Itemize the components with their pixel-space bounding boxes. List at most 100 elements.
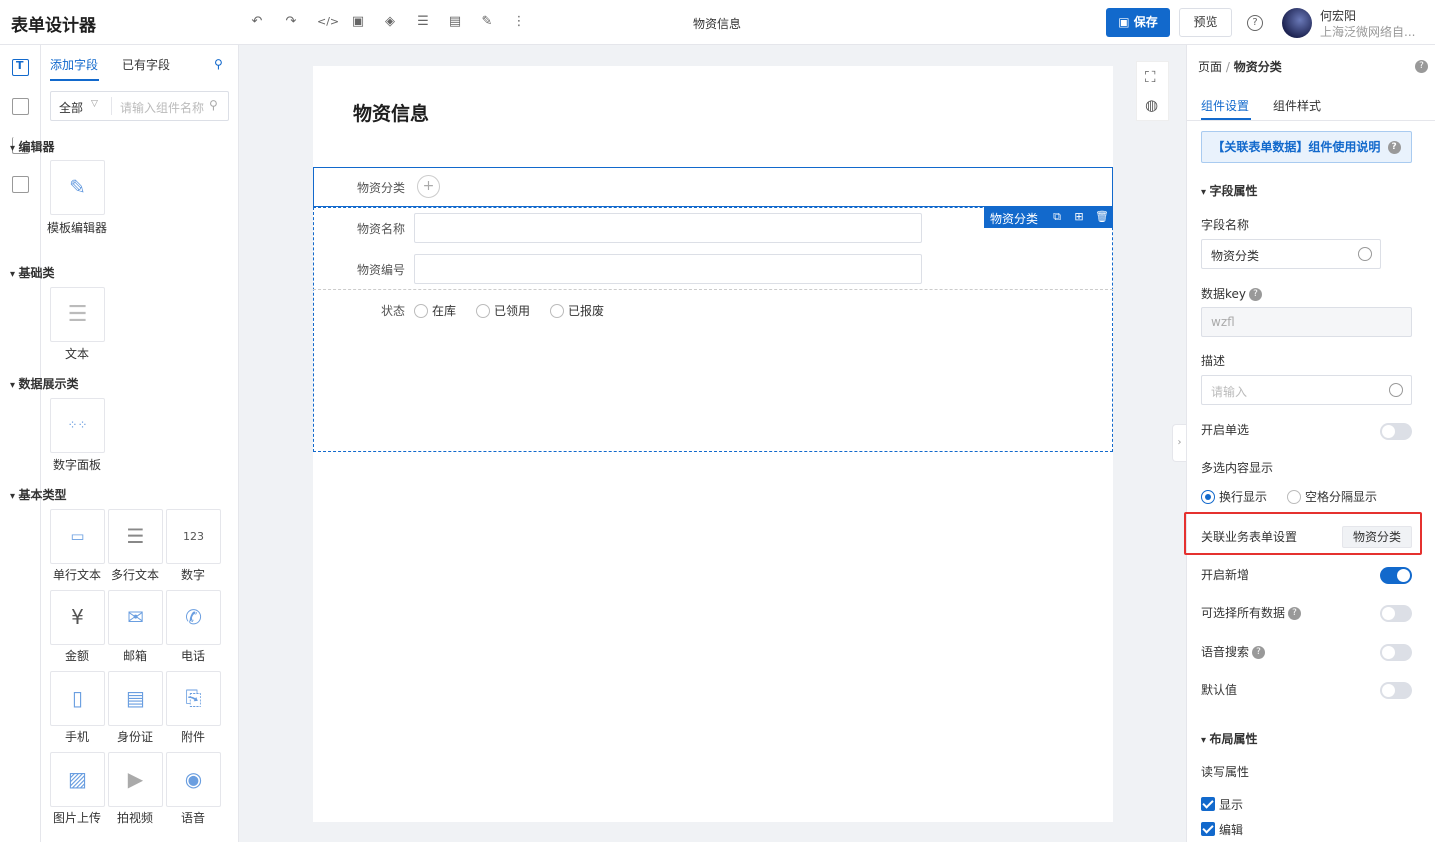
help-icon[interactable]: ? <box>1247 15 1263 31</box>
breadcrumb-root[interactable]: 页面 <box>1198 60 1222 74</box>
field-name-input[interactable]: 物资分类 <box>1201 239 1381 269</box>
layout-rail-icon[interactable] <box>12 98 29 115</box>
category-basic-types[interactable]: 基本类型 <box>10 486 67 503</box>
code-icon[interactable]: </> <box>317 14 339 30</box>
widget-number[interactable]: 123 <box>166 509 221 564</box>
select-all-toggle[interactable] <box>1380 605 1412 622</box>
database-icon[interactable]: ☰ <box>415 14 431 30</box>
undo-icon[interactable]: ↶ <box>249 14 265 30</box>
phone-icon: ✆ <box>185 605 202 629</box>
add-icon[interactable]: + <box>417 175 440 198</box>
redo-icon[interactable]: ↷ <box>283 14 299 30</box>
field-name-label: 字段名称 <box>1201 218 1250 232</box>
brush-icon: ✎ <box>69 175 86 199</box>
edit-icon[interactable]: ✎ <box>479 14 495 30</box>
widget-voice[interactable]: ◉ <box>166 752 221 807</box>
collapse-handle[interactable]: › <box>1172 424 1186 462</box>
search-input[interactable]: 请输入组件名称 <box>120 99 204 116</box>
status-radio[interactable] <box>550 304 564 318</box>
status-option[interactable]: 在库 <box>432 302 456 319</box>
tab-component-settings[interactable]: 组件设置 <box>1201 97 1249 114</box>
category-basic[interactable]: 基础类 <box>10 264 55 281</box>
app-title: 表单设计器 <box>11 16 96 36</box>
widget-image-upload[interactable]: ▨ <box>50 752 105 807</box>
read-write-label: 读写属性 <box>1201 765 1250 779</box>
widget-single-line[interactable]: ▭ <box>50 509 105 564</box>
widget-mobile[interactable]: ▯ <box>50 671 105 726</box>
widget-video[interactable]: ▶ <box>108 752 163 807</box>
multi-display-radio[interactable] <box>1201 490 1215 504</box>
status-radio[interactable] <box>414 304 428 318</box>
widget-amount[interactable]: ¥ <box>50 590 105 645</box>
question-icon: ? <box>1288 607 1302 620</box>
multi-display-radio[interactable] <box>1287 490 1301 504</box>
canvas-float-tools: ⛶ ◍ <box>1136 61 1169 121</box>
image-settings-icon[interactable]: ▣ <box>350 14 366 30</box>
tab-existing-field[interactable]: 已有字段 <box>122 56 170 73</box>
category-data-display[interactable]: 数据展示类 <box>10 375 79 392</box>
palette-icon[interactable]: ◍ <box>1145 96 1158 114</box>
material-code-input[interactable] <box>414 254 922 284</box>
status-option[interactable]: 已领用 <box>494 302 530 319</box>
single-select-toggle[interactable] <box>1380 423 1412 440</box>
help-icon[interactable]: ? <box>1412 59 1428 73</box>
breadcrumb: 页面 / 物资分类 <box>1198 58 1282 75</box>
description-label: 描述 <box>1201 354 1226 368</box>
default-value-toggle[interactable] <box>1380 682 1412 699</box>
voice-search-toggle[interactable] <box>1380 644 1412 661</box>
related-form-button[interactable]: 物资分类 <box>1342 526 1412 548</box>
usage-notice-link[interactable]: 【关联表单数据】组件使用说明 ? <box>1201 131 1412 163</box>
layers-icon[interactable]: ◈ <box>382 14 398 30</box>
widget-id-card[interactable]: ▤ <box>108 671 163 726</box>
status-radio[interactable] <box>476 304 490 318</box>
select-frame-icon[interactable]: ⛶ <box>1145 68 1156 86</box>
chevron-down-icon[interactable]: ▽ <box>91 99 98 109</box>
more-icon[interactable]: ⋮ <box>511 14 527 30</box>
group-tag: 物资分类 ⧉ ⊞ 🗑 <box>984 206 1113 228</box>
edit-checkbox[interactable] <box>1201 822 1215 836</box>
description-input[interactable]: 请输入 <box>1201 375 1412 405</box>
widget-template-editor[interactable]: ✎ <box>50 160 105 215</box>
field-group[interactable] <box>313 207 1113 452</box>
globe-icon[interactable] <box>1389 383 1403 397</box>
show-checkbox[interactable] <box>1201 797 1215 811</box>
formula-icon[interactable]: ▤ <box>447 14 463 30</box>
data-key-value: wzfl <box>1211 315 1235 329</box>
text-rail-icon[interactable] <box>12 176 29 193</box>
widget-number-panel[interactable]: ⁘⁘ <box>50 398 105 453</box>
globe-icon[interactable] <box>1358 247 1372 261</box>
category-editor[interactable]: 编辑器 <box>10 138 55 155</box>
enable-add-toggle[interactable] <box>1380 567 1412 584</box>
widget-multi-line[interactable]: ☰ <box>108 509 163 564</box>
widget-attachment[interactable]: ⎘ <box>166 671 221 726</box>
copy-icon[interactable]: ⧉ <box>1051 210 1063 224</box>
search-icon[interactable]: ⚲ <box>209 98 218 112</box>
material-name-input[interactable] <box>414 213 922 243</box>
save-button[interactable]: ▣ 保存 <box>1106 8 1170 37</box>
mobile-icon: ▯ <box>71 686 83 710</box>
section-layout-props[interactable]: 布局属性 <box>1201 730 1258 747</box>
field-label: 物资分类 <box>356 181 405 195</box>
section-field-props[interactable]: 字段属性 <box>1201 182 1258 199</box>
add-icon[interactable]: ⊞ <box>1073 210 1085 223</box>
show-option[interactable]: 显示 <box>1219 796 1243 813</box>
voice-search-label: 语音搜索? <box>1201 643 1266 660</box>
widget-label: 拍视频 <box>116 811 153 825</box>
tab-component-style[interactable]: 组件样式 <box>1273 97 1321 114</box>
multi-display-option[interactable]: 空格分隔显示 <box>1305 488 1377 505</box>
delete-icon[interactable]: 🗑 <box>1095 210 1109 223</box>
status-option[interactable]: 已报废 <box>568 302 604 319</box>
preview-button[interactable]: 预览 <box>1179 8 1232 37</box>
multi-display-option[interactable]: 换行显示 <box>1219 488 1267 505</box>
question-icon: ? <box>1387 141 1401 154</box>
avatar[interactable] <box>1282 8 1312 38</box>
pin-icon[interactable]: ⚲ <box>214 57 223 71</box>
widget-text[interactable]: ☰ <box>50 287 105 342</box>
filter-select[interactable]: 全部 <box>59 99 83 116</box>
tab-add-field[interactable]: 添加字段 <box>50 56 98 73</box>
edit-option[interactable]: 编辑 <box>1219 821 1243 838</box>
widget-email[interactable]: ✉ <box>108 590 163 645</box>
add-field-rail-icon[interactable] <box>12 59 29 76</box>
email-icon: ✉ <box>127 605 144 629</box>
widget-phone[interactable]: ✆ <box>166 590 221 645</box>
